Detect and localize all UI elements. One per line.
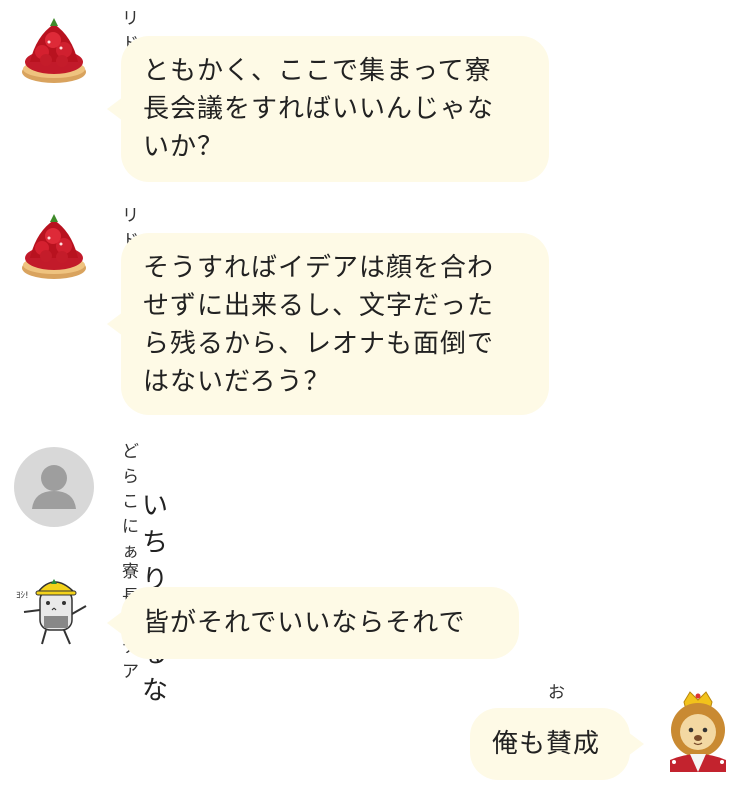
helmet-cat-caption: ﾖｼ! <box>16 591 29 601</box>
lion-king-icon[interactable] <box>660 688 736 772</box>
message-bubble[interactable]: 俺も賛成 <box>470 708 644 780</box>
message-bubble[interactable]: ともかく、ここで集まって寮 長会議をすればいいんじゃな いか？ <box>107 36 549 182</box>
bubble-tail <box>107 97 123 121</box>
message-text: 俺も賛成 <box>492 729 601 759</box>
helmet-cat-icon[interactable]: ﾖｼ! <box>14 570 94 650</box>
strawberry-tart-icon[interactable] <box>16 14 92 90</box>
bubble-tail <box>628 732 644 756</box>
message-bubble[interactable]: 皆がそれでいいならそれで <box>107 587 519 659</box>
bubble-tail <box>107 611 123 635</box>
message-bubble[interactable]: そうすればイデアは顔を合わ せずに出来るし、文字だった ら残るから、レオナも面倒… <box>107 233 549 415</box>
sender-name: どらこにぁ <box>122 442 140 562</box>
default-user-icon[interactable] <box>14 447 94 527</box>
strawberry-tart-icon[interactable] <box>16 210 92 286</box>
bubble-tail <box>107 312 123 336</box>
message-text: ともかく、ここで集まって寮 長会議をすればいいんじゃな いか？ <box>143 56 495 162</box>
message-text: そうすればイデアは顔を合わ せずに出来るし、文字だった ら残るから、レオナも面倒… <box>143 253 495 397</box>
message-text: 皆がそれでいいならそれで <box>143 608 466 638</box>
